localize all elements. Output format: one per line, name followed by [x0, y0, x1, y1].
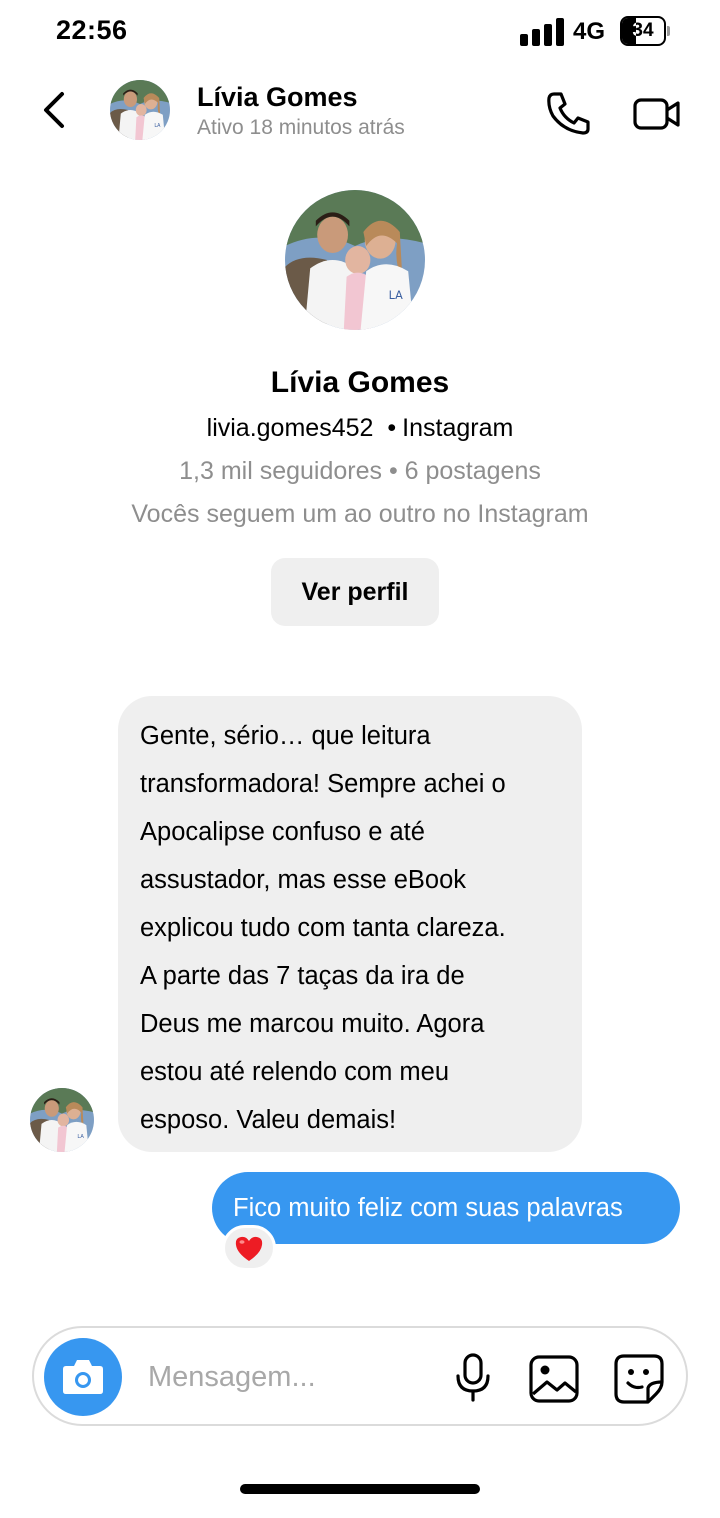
message-line: A parte das 7 taças da ira de [140, 962, 465, 990]
message-line: Gente, sério… que leitura [140, 722, 431, 750]
activity-status: Ativo 18 minutos atrás [197, 116, 405, 139]
home-indicator[interactable] [240, 1484, 480, 1494]
contact-name[interactable]: Lívia Gomes [197, 82, 358, 113]
message-composer [32, 1326, 688, 1426]
message-input[interactable] [148, 1348, 428, 1406]
camera-button[interactable] [44, 1338, 122, 1416]
gallery-button[interactable] [528, 1354, 580, 1404]
message-line: esposo. Valeu demais! [140, 1106, 397, 1134]
network-type: 4G [573, 18, 606, 45]
call-button[interactable] [544, 90, 596, 136]
profile-platform: Instagram [402, 414, 514, 442]
message-line: estou até relendo com meu [140, 1058, 450, 1086]
profile-name: Lívia Gomes [270, 366, 450, 399]
mutual-follow-note: Vocês seguem um ao outro no Instagram [131, 500, 589, 528]
avatar[interactable] [110, 80, 170, 140]
battery-icon: 34 [620, 16, 670, 46]
message-reaction[interactable] [222, 1225, 276, 1271]
phone-icon [547, 92, 590, 135]
voice-message-button[interactable] [452, 1352, 494, 1404]
view-profile-button[interactable]: Ver perfil [271, 558, 439, 626]
profile-handle: livia.gomes452 [206, 414, 374, 442]
incoming-message-bubble[interactable]: Gente, sério… que leitura transformadora… [118, 696, 582, 1152]
microphone-icon [456, 1353, 490, 1402]
battery-level: 34 [632, 20, 654, 41]
profile-handle-row: livia.gomes452 • Instagram [0, 414, 720, 443]
outgoing-message-bubble[interactable]: Fico muito feliz com suas palavras [212, 1172, 680, 1244]
video-camera-icon [633, 98, 680, 130]
message-avatar[interactable] [30, 1088, 94, 1152]
status-bar: 22:56 4G 34 [0, 0, 720, 64]
status-time: 22:56 [56, 15, 128, 45]
sticker-icon [614, 1354, 664, 1404]
sticker-button[interactable] [612, 1352, 666, 1406]
message-line: transformadora! Sempre achei o [140, 770, 506, 798]
cellular-signal-icon [520, 18, 564, 46]
heart-icon [235, 1236, 263, 1261]
profile-stats: 1,3 mil seguidores • 6 postagens [179, 457, 541, 485]
profile-avatar[interactable] [285, 190, 425, 330]
message-line: Deus me marcou muito. Agora [140, 1010, 485, 1038]
message-line: assustador, mas esse eBook [140, 866, 467, 894]
chevron-left-icon [44, 92, 64, 128]
camera-icon [63, 1360, 103, 1394]
chat-header: Lívia Gomes Ativo 18 minutos atrás [0, 70, 720, 152]
message-line: Apocalipse confuso e até [140, 818, 425, 846]
back-button[interactable] [36, 88, 76, 132]
message-line: explicou tudo com tanta clareza. [140, 914, 506, 942]
video-call-button[interactable] [632, 94, 682, 134]
image-icon [529, 1355, 579, 1403]
separator-dot: • [387, 414, 397, 442]
